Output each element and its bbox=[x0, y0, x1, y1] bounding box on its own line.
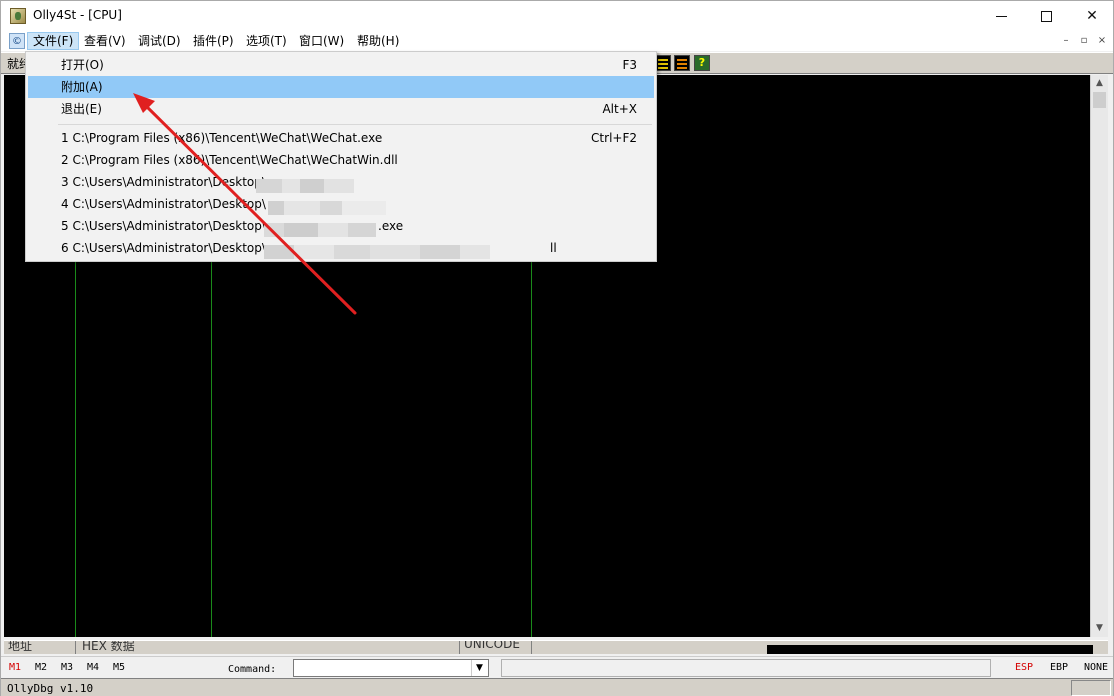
register-esp[interactable]: ESP bbox=[1015, 662, 1033, 673]
redacted-text bbox=[264, 218, 376, 237]
menu-bar: © 文件(F) 查看(V) 调试(D) 插件(P) 选项(T) 窗口(W) 帮助… bbox=[1, 31, 1113, 51]
recent-file-suffix: ll bbox=[550, 241, 557, 255]
menu-file[interactable]: 文件(F) bbox=[27, 32, 80, 50]
scroll-down-icon[interactable]: ▼ bbox=[1091, 620, 1108, 637]
mdi-window-icon[interactable]: © bbox=[9, 33, 25, 49]
recent-file-4[interactable]: 4 C:\Users\Administrator\Desktop\ bbox=[28, 193, 654, 215]
help-icon[interactable]: ? bbox=[694, 55, 710, 71]
ollydbg-window: Olly4St - [CPU] ✕ © 文件(F) 查看(V) 调试(D) 插件… bbox=[0, 0, 1114, 696]
vertical-scrollbar[interactable]: ▲ ▼ bbox=[1090, 75, 1108, 637]
recent-file-3[interactable]: 3 C:\Users\Administrator\Desktop\ bbox=[28, 171, 654, 193]
register-none[interactable]: NONE bbox=[1084, 662, 1108, 673]
menu-item-shortcut: F3 bbox=[622, 58, 637, 72]
recent-file-2[interactable]: 2 C:\Program Files (x86)\Tencent\WeChat\… bbox=[28, 149, 654, 171]
recent-file-6[interactable]: 6 C:\Users\Administrator\Desktop\ ll bbox=[28, 237, 654, 259]
menu-separator bbox=[58, 124, 652, 125]
status-bar: OllyDbg v1.10 bbox=[1, 678, 1113, 696]
minimize-icon bbox=[995, 15, 1007, 17]
maximize-icon bbox=[1040, 10, 1052, 22]
scroll-thumb[interactable] bbox=[1093, 92, 1106, 108]
window-title: Olly4St - [CPU] bbox=[33, 8, 122, 22]
title-bar: Olly4St - [CPU] ✕ bbox=[1, 1, 1113, 31]
mdi-minimize-icon[interactable]: – bbox=[1059, 34, 1073, 48]
memory-map-icon[interactable] bbox=[674, 55, 690, 71]
dump-col-hex: HEX 数据 bbox=[82, 640, 135, 653]
menu-item-open[interactable]: 打开(O) F3 bbox=[28, 54, 654, 76]
menu-view[interactable]: 查看(V) bbox=[79, 32, 131, 50]
chevron-down-icon[interactable]: ▼ bbox=[471, 660, 487, 676]
menu-item-exit[interactable]: 退出(E) Alt+X bbox=[28, 98, 654, 120]
marker-m4[interactable]: M4 bbox=[87, 662, 99, 673]
recent-file-label: 5 C:\Users\Administrator\Desktop\ bbox=[61, 219, 266, 233]
header-divider bbox=[531, 641, 532, 654]
marker-m2[interactable]: M2 bbox=[35, 662, 47, 673]
menu-item-attach[interactable]: 附加(A) bbox=[28, 76, 654, 98]
command-bar: M1 M2 M3 M4 M5 Command: ▼ ESP EBP NONE bbox=[1, 656, 1113, 678]
close-icon: ✕ bbox=[1086, 8, 1098, 24]
redacted-text bbox=[264, 240, 490, 259]
dump-col-unicode: UNICODE bbox=[464, 640, 520, 651]
redacted-text bbox=[256, 174, 354, 193]
recent-file-label: 2 C:\Program Files (x86)\Tencent\WeChat\… bbox=[61, 153, 398, 167]
scroll-up-icon[interactable]: ▲ bbox=[1091, 75, 1108, 92]
register-ebp[interactable]: EBP bbox=[1050, 662, 1068, 673]
version-text: OllyDbg v1.10 bbox=[7, 682, 94, 695]
command-input[interactable] bbox=[293, 659, 489, 677]
maximize-button[interactable] bbox=[1023, 1, 1069, 31]
recent-file-label: 4 C:\Users\Administrator\Desktop\ bbox=[61, 197, 266, 211]
menu-item-shortcut: Ctrl+F2 bbox=[591, 131, 637, 145]
marker-m1[interactable]: M1 bbox=[9, 662, 21, 673]
recent-file-label: 6 C:\Users\Administrator\Desktop\ bbox=[61, 241, 266, 255]
marker-m5[interactable]: M5 bbox=[113, 662, 125, 673]
menu-window[interactable]: 窗口(W) bbox=[294, 32, 349, 50]
close-button[interactable]: ✕ bbox=[1069, 1, 1114, 31]
recent-file-label: 1 C:\Program Files (x86)\Tencent\WeChat\… bbox=[61, 131, 383, 145]
recent-file-suffix: .exe bbox=[378, 219, 404, 233]
redacted-text bbox=[268, 196, 386, 215]
recent-file-5[interactable]: 5 C:\Users\Administrator\Desktop\ .exe bbox=[28, 215, 654, 237]
menu-item-label: 附加(A) bbox=[61, 80, 103, 94]
status-cell bbox=[1071, 680, 1111, 696]
command-output bbox=[501, 659, 991, 677]
menu-plugins[interactable]: 插件(P) bbox=[188, 32, 239, 50]
header-divider bbox=[75, 641, 76, 654]
mdi-restore-icon[interactable]: ▫ bbox=[1077, 34, 1091, 48]
menu-item-label: 打开(O) bbox=[61, 58, 104, 72]
menu-debug[interactable]: 调试(D) bbox=[133, 32, 186, 50]
stack-pane-edge bbox=[767, 645, 1093, 654]
marker-m3[interactable]: M3 bbox=[61, 662, 73, 673]
app-icon bbox=[10, 8, 26, 24]
recent-file-1[interactable]: 1 C:\Program Files (x86)\Tencent\WeChat\… bbox=[28, 127, 654, 149]
file-menu-dropdown: 打开(O) F3 附加(A) 退出(E) Alt+X 1 C:\Program … bbox=[25, 51, 657, 262]
command-label: Command: bbox=[228, 664, 277, 675]
menu-help[interactable]: 帮助(H) bbox=[352, 32, 404, 50]
menu-item-label: 退出(E) bbox=[61, 102, 102, 116]
header-divider bbox=[459, 641, 460, 654]
dump-col-address: 地址 bbox=[8, 640, 33, 653]
minimize-button[interactable] bbox=[978, 1, 1024, 31]
threads-icon[interactable] bbox=[655, 55, 671, 71]
mdi-close-icon[interactable]: × bbox=[1095, 34, 1109, 48]
menu-item-shortcut: Alt+X bbox=[602, 102, 637, 116]
menu-options[interactable]: 选项(T) bbox=[241, 32, 292, 50]
recent-file-label: 3 C:\Users\Administrator\Desktop\ bbox=[61, 175, 266, 189]
